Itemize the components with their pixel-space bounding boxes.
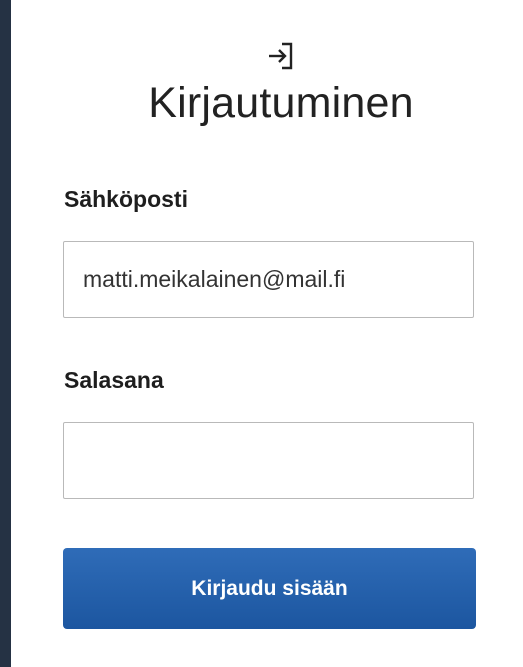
email-label: Sähköposti bbox=[64, 186, 188, 212]
page-title: Kirjautuminen bbox=[148, 79, 414, 127]
password-label: Salasana bbox=[64, 367, 164, 393]
password-field[interactable] bbox=[63, 422, 474, 499]
email-field[interactable] bbox=[63, 241, 474, 318]
login-icon bbox=[265, 40, 297, 72]
login-header: Kirjautuminen bbox=[11, 40, 523, 128]
login-panel: Kirjautuminen Sähköposti Salasana Kirjau… bbox=[11, 0, 523, 667]
login-button[interactable]: Kirjaudu sisään bbox=[63, 548, 476, 629]
